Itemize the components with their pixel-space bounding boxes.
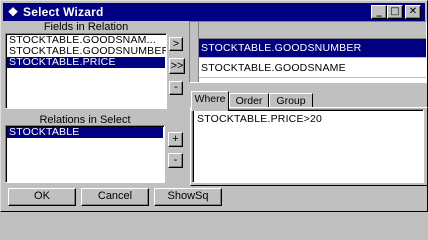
where-tab-panel: STOCKTABLE.PRICE>20 [190,107,428,186]
close-button[interactable]: ✕ [405,5,421,19]
list-item[interactable]: STOCKTABLE.PRICE [7,57,165,68]
relations-in-select-list[interactable]: STOCKTABLE [5,125,165,183]
remove-field-button[interactable]: - [169,81,183,95]
fields-in-relation-label: Fields in Relation [43,21,129,33]
remove-relation-button[interactable]: - [168,153,183,168]
cancel-button[interactable]: Cancel [81,188,149,206]
ok-button[interactable]: OK [8,188,76,206]
fields-in-relation-list[interactable]: STOCKTABLE.GOODSNAM... STOCKTABLE.GOODSN… [5,33,167,109]
add-field-button[interactable]: > [169,37,183,51]
selected-fields-grid[interactable]: STOCKTABLE.GOODSNUMBER STOCKTABLE.GOODSN… [189,21,427,83]
tab-where[interactable]: Where [191,91,229,111]
add-all-fields-button[interactable]: >> [169,58,185,74]
list-item[interactable]: STOCKTABLE [7,127,163,138]
title-bar[interactable]: ❖ Select Wizard _ □ ✕ [3,3,425,21]
minimize-button[interactable]: _ [371,5,387,19]
maximize-button[interactable]: □ [387,5,403,19]
grid-row[interactable]: STOCKTABLE.GOODSNAME [199,59,426,78]
grid-row-header [190,22,199,82]
grid-header [190,22,426,39]
app-icon: ❖ [7,5,19,19]
where-clause-editor[interactable]: STOCKTABLE.PRICE>20 [192,109,424,183]
show-sql-button[interactable]: ShowSq [154,188,222,206]
add-relation-button[interactable]: + [168,132,183,147]
grid-row[interactable]: STOCKTABLE.GOODSNUMBER [199,39,426,58]
select-wizard-window: ❖ Select Wizard _ □ ✕ Fields in Relation… [0,0,428,212]
window-title: Select Wizard [23,5,104,19]
